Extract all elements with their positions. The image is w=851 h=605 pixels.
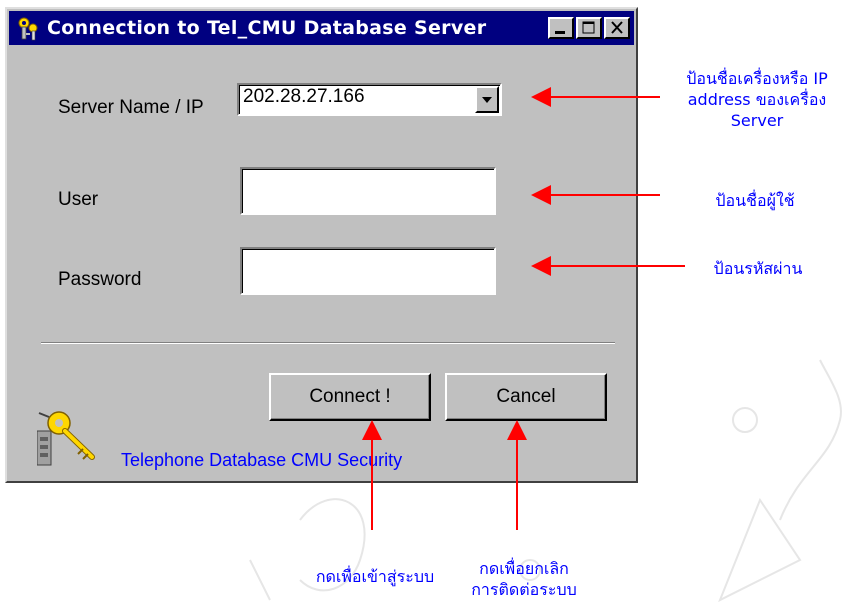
password-note: ป้อนรหัสผ่าน — [713, 259, 803, 278]
user-note: ป้อนชื่อผู้ใช้ — [715, 191, 795, 210]
connect-note: กดเพื่อเข้าสู่ระบบ — [315, 567, 435, 586]
server-note: ป้อนชื่อเครื่องหรือ IP address ของเครื่อ… — [686, 69, 828, 130]
cancel-note: กดเพื่อยกเลิก การติดต่อระบบ — [471, 559, 577, 599]
